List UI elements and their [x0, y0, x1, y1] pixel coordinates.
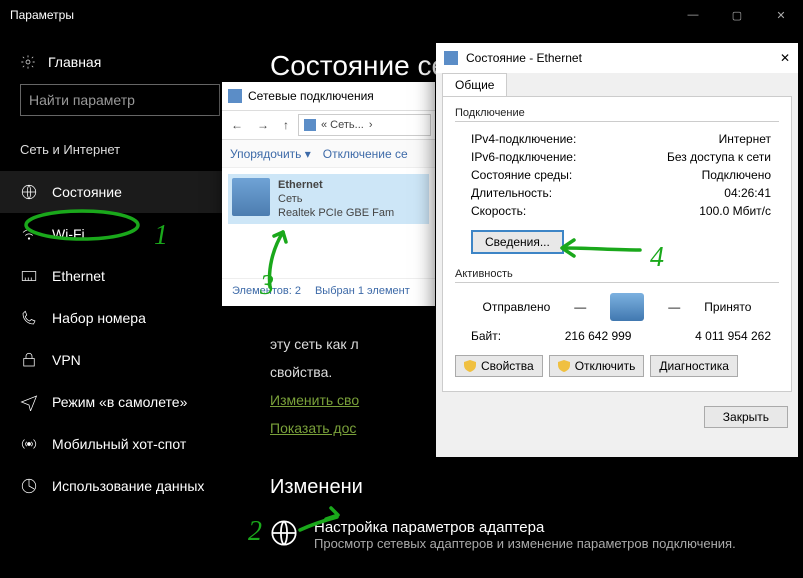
hotspot-icon [20, 435, 38, 453]
nav-up-button[interactable]: ↑ [278, 116, 294, 134]
nc-path-icon [304, 119, 316, 131]
section-heading: Изменени [270, 476, 773, 499]
connection-network: Сеть [278, 192, 394, 206]
nc-status-bar: Элементов: 2 Выбран 1 элемент [222, 278, 435, 303]
speed-value: 100.0 Мбит/с [699, 204, 771, 218]
dialog-close-button[interactable]: ✕ [780, 51, 790, 65]
home-label: Главная [48, 54, 101, 70]
connection-device: Realtek PCIe GBE Fam [278, 206, 394, 220]
maximize-button[interactable]: ▢ [715, 0, 759, 30]
bytes-sent-value: 216 642 999 [501, 329, 695, 343]
nav-fwd-button[interactable]: → [252, 116, 274, 134]
nav-vpn[interactable]: VPN [0, 339, 240, 381]
nav-label: Использование данных [52, 478, 204, 494]
nav-group-title: Сеть и Интернет [0, 138, 240, 171]
address-field[interactable]: « Сеть... › [298, 114, 431, 136]
nav-label: Набор номера [52, 310, 146, 326]
details-button[interactable]: Сведения... [471, 230, 564, 254]
dialup-icon [20, 309, 38, 327]
nav-wifi[interactable]: Wi-Fi [0, 213, 240, 255]
settings-sidebar: Главная Сеть и Интернет Состояние Wi-Fi … [0, 30, 240, 578]
search-box [20, 84, 220, 116]
nav-label: Мобильный хот-спот [52, 436, 186, 452]
wifi-icon [20, 225, 38, 243]
nc-list: Ethernet Сеть Realtek PCIe GBE Fam [222, 168, 435, 278]
adapter-settings-row[interactable]: Настройка параметров адаптера Просмотр с… [270, 519, 773, 551]
nav-label: Ethernet [52, 268, 105, 284]
nc-title-text: Сетевые подключения [248, 89, 374, 103]
nc-icon [228, 89, 242, 103]
nav-label: VPN [52, 352, 81, 368]
nc-title-bar: Сетевые подключения [222, 82, 435, 110]
recv-label: Принято [704, 300, 751, 314]
properties-button[interactable]: Свойства [455, 355, 543, 377]
status-selection: Выбран 1 элемент [315, 285, 410, 297]
group-connection: Подключение [455, 107, 779, 119]
duration-value: 04:26:41 [724, 186, 771, 200]
nav-data-usage[interactable]: Использование данных [0, 465, 240, 507]
status-count: Элементов: 2 [232, 285, 301, 297]
nav-dialup[interactable]: Набор номера [0, 297, 240, 339]
ipv4-value: Интернет [719, 132, 771, 146]
close-button[interactable]: ✕ [759, 0, 803, 30]
ethernet-status-dialog: Состояние - Ethernet ✕ Общие Подключение… [436, 43, 798, 457]
shield-icon [464, 360, 476, 372]
globe-icon [270, 519, 298, 547]
organize-menu[interactable]: Упорядочить ▾ [230, 147, 311, 161]
shield-icon [558, 360, 570, 372]
search-input[interactable] [20, 84, 220, 116]
vpn-icon [20, 351, 38, 369]
ethernet-icon [20, 267, 38, 285]
nc-address-bar: ← → ↑ « Сеть... › [222, 110, 435, 140]
adapter-title: Настройка параметров адаптера [314, 519, 736, 536]
media-state-value: Подключено [702, 168, 771, 182]
nav-back-button[interactable]: ← [226, 116, 248, 134]
tab-general[interactable]: Общие [442, 73, 507, 96]
nav-label: Wi-Fi [52, 226, 85, 242]
connection-item-ethernet[interactable]: Ethernet Сеть Realtek PCIe GBE Fam [228, 174, 429, 224]
group-activity: Активность [455, 268, 779, 280]
status-icon [20, 183, 38, 201]
settings-title-bar: Параметры — ▢ ✕ [0, 0, 803, 30]
network-connections-window: Сетевые подключения ← → ↑ « Сеть... › Уп… [222, 82, 435, 306]
connection-name: Ethernet [278, 178, 394, 192]
bytes-recv-value: 4 011 954 262 [695, 329, 771, 343]
airplane-icon [20, 393, 38, 411]
nav-status[interactable]: Состояние [0, 171, 240, 213]
nav-hotspot[interactable]: Мобильный хот-спот [0, 423, 240, 465]
minimize-button[interactable]: — [671, 0, 715, 30]
nc-toolbar: Упорядочить ▾ Отключение се [222, 140, 435, 168]
bytes-label: Байт: [471, 329, 501, 343]
connection-icon [232, 178, 270, 216]
adapter-subtitle: Просмотр сетевых адаптеров и изменение п… [314, 536, 736, 551]
diagnose-button[interactable]: Диагностика [650, 355, 738, 377]
settings-window-title: Параметры [10, 8, 74, 22]
status-title-bar: Состояние - Ethernet ✕ [436, 43, 798, 73]
nav-label: Режим «в самолете» [52, 394, 187, 410]
close-dialog-button[interactable]: Закрыть [704, 406, 788, 428]
disable-button[interactable]: Отключить [549, 355, 645, 377]
ethernet-status-icon [444, 51, 458, 65]
nav-airplane[interactable]: Режим «в самолете» [0, 381, 240, 423]
activity-diagram: Отправлено — — Принято [455, 293, 779, 321]
monitor-icon [610, 293, 644, 321]
ipv6-value: Без доступа к сети [667, 150, 771, 164]
status-title-text: Состояние - Ethernet [466, 51, 582, 65]
disable-device-button[interactable]: Отключение се [323, 147, 408, 161]
home-button[interactable]: Главная [0, 44, 240, 80]
data-usage-icon [20, 477, 38, 495]
nav-ethernet[interactable]: Ethernet [0, 255, 240, 297]
gear-icon [20, 54, 36, 70]
nav-label: Состояние [52, 184, 122, 200]
sent-label: Отправлено [483, 300, 551, 314]
